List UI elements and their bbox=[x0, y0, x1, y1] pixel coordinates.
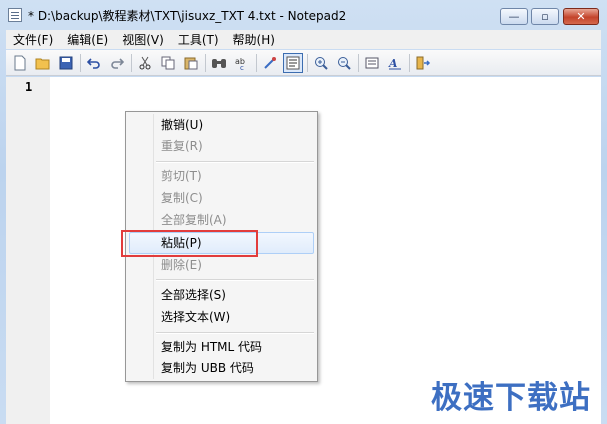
toolbar-separator bbox=[409, 53, 410, 72]
window-title: * D:\backup\教程素材\TXT\jisuxz_TXT 4.txt - … bbox=[28, 9, 347, 23]
view-whitespace-button[interactable] bbox=[283, 52, 303, 73]
line-number: 1 bbox=[25, 80, 33, 94]
toolbar-separator bbox=[80, 53, 81, 72]
ctx-cut: 剪切(T) bbox=[161, 169, 202, 183]
toolbar: ab c A bbox=[6, 50, 601, 76]
close-icon: ✕ bbox=[576, 10, 586, 23]
cut-icon bbox=[139, 56, 151, 69]
svg-text:A: A bbox=[388, 57, 398, 70]
menu-bar: 文件(F) 编辑(E) 视图(V) 工具(T) 帮助(H) bbox=[6, 30, 601, 49]
paste-button[interactable] bbox=[181, 53, 201, 73]
toolbar-separator bbox=[307, 53, 308, 72]
scheme-button[interactable] bbox=[362, 53, 382, 73]
toolbar-separator bbox=[205, 53, 206, 72]
notepad2-window: * D:\backup\教程素材\TXT\jisuxz_TXT 4.txt - … bbox=[0, 0, 607, 424]
exit-button[interactable] bbox=[413, 53, 433, 73]
word-wrap-icon bbox=[264, 56, 276, 69]
replace-icon: abc bbox=[235, 57, 245, 70]
notepad-app-icon[interactable] bbox=[8, 8, 22, 22]
replace-button[interactable]: ab c bbox=[232, 53, 252, 73]
open-folder-icon bbox=[35, 58, 50, 69]
close-button[interactable]: ✕ bbox=[563, 8, 599, 25]
new-file-button[interactable] bbox=[10, 53, 30, 73]
zoom-out-icon bbox=[338, 56, 351, 70]
ctx-separator bbox=[156, 161, 314, 163]
exit-icon bbox=[416, 56, 431, 69]
site-watermark: 极速下载站 bbox=[431, 380, 591, 416]
ctx-select-text[interactable]: 选择文本(W) bbox=[161, 307, 230, 327]
ctx-copy-as-ubb[interactable]: 复制为 UBB 代码 bbox=[161, 358, 254, 378]
toolbar-separator bbox=[256, 53, 257, 72]
minimize-button[interactable]: — bbox=[500, 8, 528, 25]
view-whitespace-icon bbox=[286, 56, 300, 69]
menu-help[interactable]: 帮助(H) bbox=[226, 31, 282, 48]
find-button[interactable] bbox=[209, 53, 229, 73]
maximize-button[interactable]: ▫ bbox=[531, 8, 559, 25]
svg-text:c: c bbox=[240, 64, 244, 70]
open-button[interactable] bbox=[33, 53, 53, 73]
minimize-icon: — bbox=[508, 10, 520, 23]
toolbar-separator bbox=[131, 53, 132, 72]
save-icon bbox=[59, 56, 73, 69]
cut-button[interactable] bbox=[135, 53, 155, 73]
ctx-redo: 重复(R) bbox=[161, 139, 203, 153]
maximize-icon: ▫ bbox=[541, 10, 549, 23]
redo-button[interactable] bbox=[107, 53, 127, 73]
font-icon: A bbox=[388, 57, 401, 70]
ctx-copy-all: 全部复制(A) bbox=[161, 213, 227, 227]
ctx-separator bbox=[156, 279, 314, 281]
menu-edit[interactable]: 编辑(E) bbox=[60, 31, 115, 48]
ctx-separator bbox=[156, 332, 314, 334]
ctx-copy-as-html[interactable]: 复制为 HTML 代码 bbox=[161, 337, 262, 357]
new-file-icon bbox=[14, 55, 26, 70]
line-number-gutter: 1 bbox=[6, 77, 50, 424]
ctx-delete: 删除(E) bbox=[161, 258, 202, 272]
paste-highlight-box bbox=[121, 230, 258, 257]
find-icon bbox=[212, 58, 226, 68]
word-wrap-button[interactable] bbox=[260, 53, 280, 73]
zoom-out-button[interactable] bbox=[334, 53, 354, 73]
undo-button[interactable] bbox=[84, 53, 104, 73]
copy-icon bbox=[161, 56, 175, 69]
menu-tools[interactable]: 工具(T) bbox=[171, 31, 226, 48]
toolbar-separator bbox=[358, 53, 359, 72]
redo-icon bbox=[111, 57, 124, 69]
paste-icon bbox=[184, 57, 198, 69]
zoom-in-button[interactable] bbox=[311, 53, 331, 73]
ctx-copy: 复制(C) bbox=[161, 191, 203, 205]
copy-button[interactable] bbox=[158, 53, 178, 73]
undo-icon bbox=[87, 57, 100, 69]
menu-view[interactable]: 视图(V) bbox=[115, 31, 171, 48]
ctx-select-all[interactable]: 全部选择(S) bbox=[161, 285, 226, 305]
title-bar[interactable]: * D:\backup\教程素材\TXT\jisuxz_TXT 4.txt - … bbox=[0, 0, 607, 30]
zoom-in-icon bbox=[315, 56, 328, 70]
scheme-icon bbox=[365, 57, 379, 68]
save-button[interactable] bbox=[56, 53, 76, 73]
ctx-undo[interactable]: 撤销(U) bbox=[161, 115, 203, 135]
font-button[interactable]: A bbox=[385, 53, 405, 73]
menu-file[interactable]: 文件(F) bbox=[6, 31, 60, 48]
